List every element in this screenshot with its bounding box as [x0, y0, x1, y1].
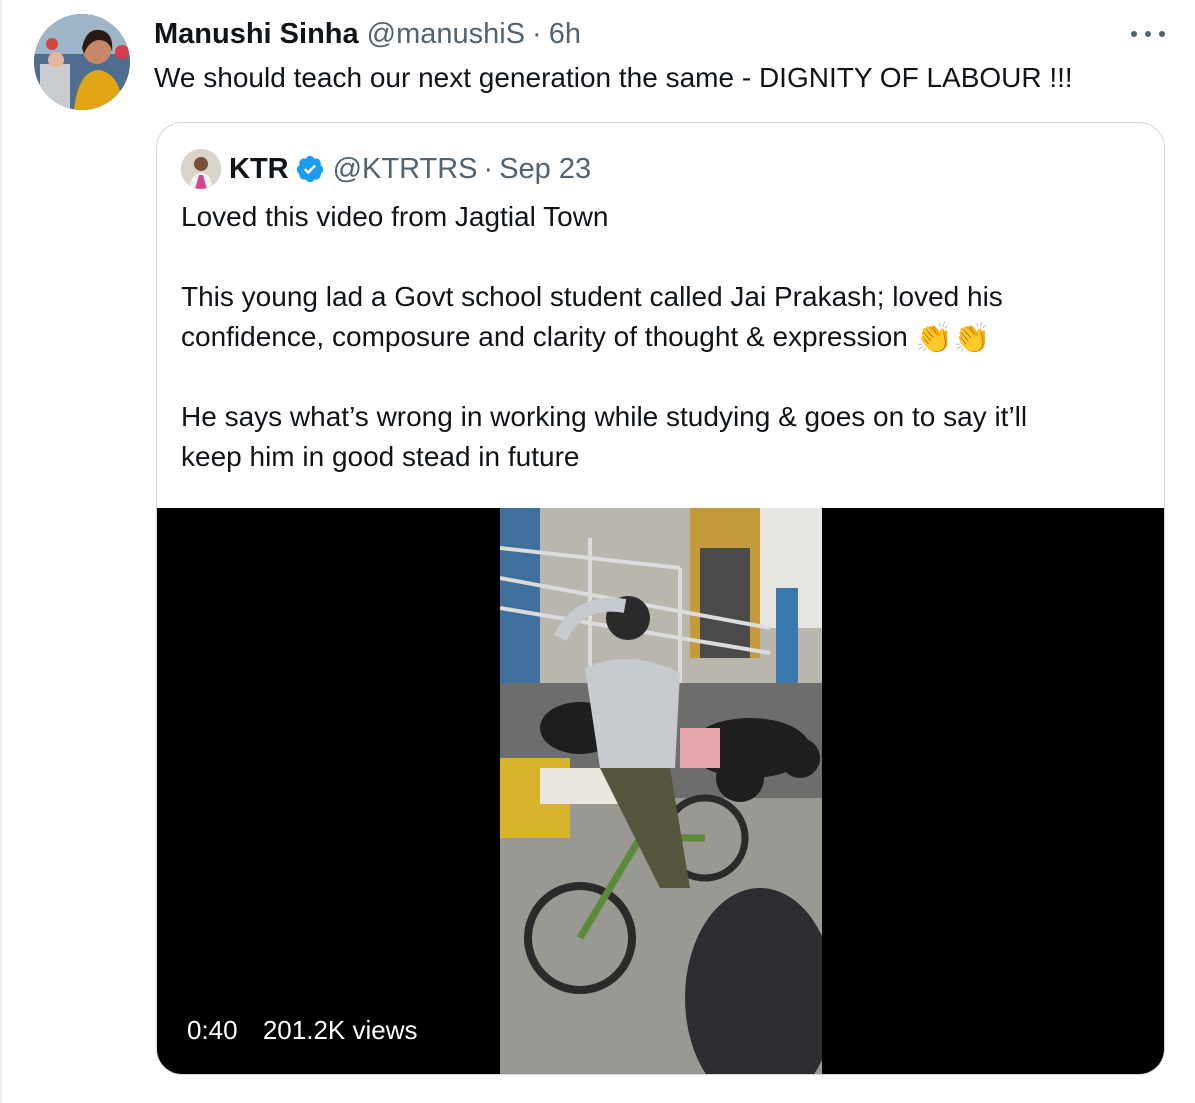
tweet-timestamp[interactable]: 6h	[549, 18, 581, 51]
dot	[1145, 31, 1151, 37]
quoted-author-name[interactable]: KTR	[229, 153, 289, 186]
more-dots-icon[interactable]	[1131, 24, 1165, 44]
separator-dot: ·	[532, 17, 542, 50]
video-view-count: 201.2K views	[262, 1015, 418, 1045]
quoted-line-text: confidence, composure and clarity of tho…	[181, 321, 908, 352]
author-avatar[interactable]	[34, 14, 130, 110]
video-duration: 0:40	[187, 1015, 238, 1045]
quoted-tweet-header: KTR @KTRTRS · Sep 23	[181, 149, 591, 189]
quoted-line: This young lad a Govt school student cal…	[181, 281, 1003, 312]
dot	[1131, 31, 1137, 37]
timeline-divider	[0, 0, 2, 1103]
author-name[interactable]: Manushi Sinha	[154, 18, 359, 51]
quoted-author-avatar[interactable]	[181, 149, 221, 189]
quoted-tweet-text: Loved this video from Jagtial Town This …	[181, 197, 1141, 477]
dot	[1159, 31, 1165, 37]
video-stats: 0:40 201.2K views	[187, 1015, 418, 1046]
author-handle[interactable]: @manushiS	[367, 18, 525, 51]
clapping-hands-icon: 👏👏	[915, 322, 991, 355]
quoted-line: confidence, composure and clarity of tho…	[181, 317, 1141, 357]
tweet-header: Manushi Sinha @manushiS · 6h	[154, 16, 581, 52]
quoted-author-handle[interactable]: @KTRTRS	[333, 153, 478, 186]
quoted-line: keep him in good stead in future	[181, 441, 580, 472]
tweet-text: We should teach our next generation the …	[154, 62, 1073, 93]
quoted-line: He says what’s wrong in working while st…	[181, 401, 1028, 432]
separator-dot: ·	[483, 152, 494, 185]
verified-badge-icon	[296, 155, 323, 183]
quoted-tweet-card[interactable]: KTR @KTRTRS · Sep 23 Loved this video fr…	[156, 122, 1165, 1075]
quoted-line: Loved this video from Jagtial Town	[181, 201, 609, 232]
video-player[interactable]: 0:40 201.2K views	[157, 508, 1164, 1074]
video-thumbnail[interactable]	[500, 508, 822, 1074]
quoted-tweet-date[interactable]: Sep 23	[499, 153, 591, 186]
